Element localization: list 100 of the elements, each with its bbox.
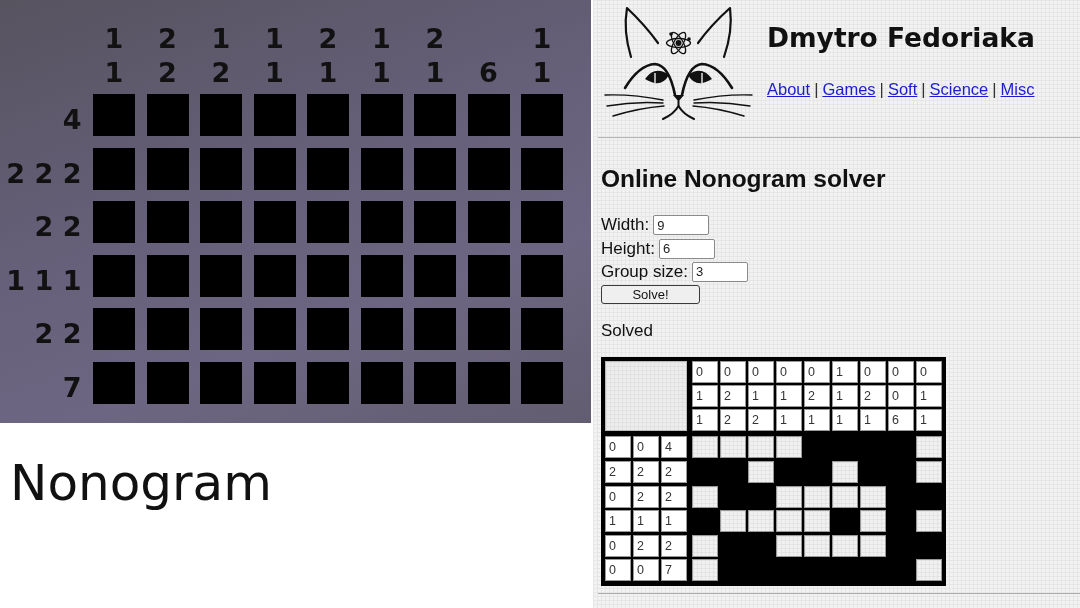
row-clue-cell: 0 — [605, 534, 631, 557]
nav-link[interactable]: About — [767, 79, 811, 98]
column-clue-cell: 1 — [748, 385, 774, 408]
puzzle-square — [253, 147, 296, 190]
column-clue-cell: 1 — [916, 409, 942, 432]
column-clue-cell: 0 — [748, 361, 774, 384]
column-clue-cell: 2 — [720, 385, 746, 408]
column-clue: 1 — [104, 22, 124, 57]
puzzle-square — [93, 201, 135, 243]
row-clue: 4 — [62, 103, 82, 137]
column-clue: 1 — [372, 22, 391, 57]
column-clue-cell: 0 — [776, 361, 802, 384]
column-clue: 2 — [318, 22, 338, 57]
puzzle-square — [414, 254, 456, 297]
column-clue: 1 — [318, 56, 338, 91]
column-clue-cell: 1 — [832, 409, 858, 432]
puzzle-square — [307, 254, 349, 297]
number-field[interactable]: 9 — [653, 215, 710, 236]
puzzle-square — [146, 361, 189, 404]
column-clue-cell: 1 — [804, 409, 830, 432]
puzzle-square — [93, 254, 135, 297]
column-clue-cell: 1 — [692, 409, 718, 432]
row-clue: 1 1 1 — [6, 263, 82, 298]
row-clue-cell: 2 — [661, 461, 687, 484]
puzzle-square — [467, 94, 510, 136]
puzzle-square — [521, 308, 563, 350]
puzzle-square — [146, 308, 189, 350]
nav-link[interactable]: Misc — [1000, 79, 1035, 98]
solve-button[interactable]: Solve! — [601, 284, 700, 304]
puzzle-square — [200, 308, 242, 350]
row-clue: 2 2 — [34, 210, 82, 244]
row-clue-cell: 0 — [605, 485, 631, 508]
column-clue: 2 — [211, 56, 231, 91]
field-label: Group size: — [601, 261, 688, 282]
column-clue: 1 — [104, 56, 124, 91]
puzzle-square — [253, 308, 296, 350]
nav-separator: | — [879, 79, 884, 98]
puzzle-square — [360, 201, 403, 243]
field-label: Height: — [601, 238, 655, 259]
column-clue: 1 — [532, 56, 552, 91]
row-clue-cell: 0 — [633, 436, 659, 459]
row-clue-cell: 2 — [633, 485, 659, 508]
nav-separator: | — [814, 79, 819, 98]
row-clue-cell: 1 — [605, 510, 631, 533]
puzzle-square — [200, 361, 242, 404]
column-clue-cell: 0 — [888, 385, 914, 408]
puzzle-square — [253, 254, 296, 297]
column-clue: 1 — [425, 56, 445, 91]
puzzle-square — [521, 201, 563, 243]
puzzle-square — [93, 94, 135, 136]
puzzle-square — [467, 361, 510, 404]
puzzle-square — [146, 147, 189, 190]
site-title: Dmytro Fedoriaka — [767, 22, 1035, 54]
puzzle-square — [146, 254, 189, 297]
column-clue: 2 — [158, 22, 177, 57]
puzzle-square — [93, 308, 135, 350]
puzzle-square — [414, 308, 456, 350]
row-clue-cell: 2 — [605, 461, 631, 484]
row-clue-cell: 0 — [605, 559, 631, 582]
column-clue-cell: 2 — [720, 409, 746, 432]
row-clue-cell: 2 — [661, 534, 687, 557]
puzzle-square — [307, 201, 349, 243]
puzzle-square — [521, 254, 563, 297]
puzzle-square — [467, 308, 510, 350]
column-clue-cell: 0 — [720, 361, 746, 384]
column-clue-cell: 2 — [860, 385, 886, 408]
column-clue-cell: 0 — [860, 361, 886, 384]
column-clue: 1 — [532, 22, 552, 57]
column-clue-cell: 1 — [860, 409, 886, 432]
column-clue-cell: 1 — [776, 385, 802, 408]
puzzle-square — [360, 94, 403, 136]
row-clue: 2 2 2 — [6, 156, 82, 191]
puzzle-square — [360, 147, 403, 190]
number-field[interactable]: 3 — [691, 261, 748, 282]
row-clue-cell: 1 — [661, 510, 687, 533]
row-clue-cell: 2 — [633, 534, 659, 557]
column-clue-cell: 0 — [804, 361, 830, 384]
puzzle-square — [521, 147, 563, 190]
number-field[interactable]: 6 — [658, 238, 715, 259]
nav-link[interactable]: Games — [822, 79, 876, 98]
column-clue: 1 — [211, 22, 231, 57]
puzzle-square — [467, 254, 510, 297]
column-clue-cell: 0 — [916, 361, 942, 384]
column-clue-cell: 1 — [832, 385, 858, 408]
puzzle-square — [414, 201, 456, 243]
nav-link[interactable]: Soft — [887, 79, 918, 98]
column-clue: 1 — [265, 56, 284, 91]
puzzle-square — [253, 94, 296, 136]
puzzle-square — [146, 94, 189, 136]
puzzle-square — [414, 94, 456, 136]
column-clue: 6 — [479, 56, 498, 91]
row-clue-cell: 1 — [633, 510, 659, 533]
column-clue-cell: 2 — [748, 409, 774, 432]
puzzle-square — [253, 201, 296, 243]
puzzle-square — [414, 361, 456, 404]
nav-link[interactable]: Science — [929, 79, 989, 98]
puzzle-square — [414, 147, 456, 190]
puzzle-square — [467, 201, 510, 243]
column-clue-cell: 0 — [692, 361, 718, 384]
puzzle-square — [521, 361, 563, 404]
